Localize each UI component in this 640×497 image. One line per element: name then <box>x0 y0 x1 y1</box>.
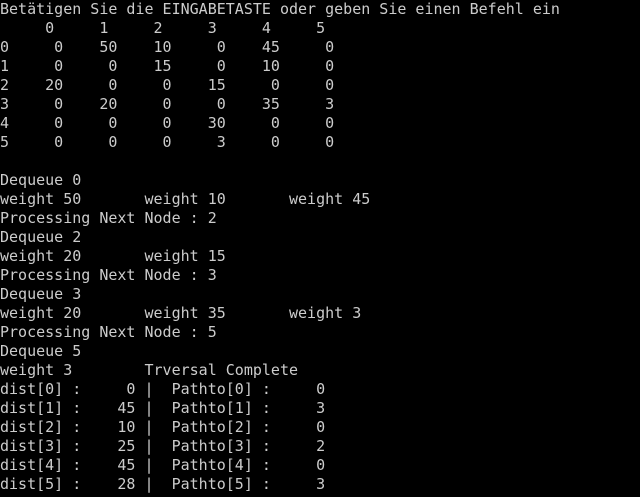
matrix-row-1: 1 0 0 15 0 10 0 <box>0 57 335 75</box>
dequeue-line: Dequeue 5 <box>0 342 82 360</box>
dequeue-line: Dequeue 2 <box>0 228 82 246</box>
matrix-row-4: 4 0 0 0 30 0 0 <box>0 114 335 132</box>
result-line: dist[0] : 0 | Pathto[0] : 0 <box>0 380 326 398</box>
processing-line: Processing Next Node : 3 <box>0 266 217 284</box>
matrix-header-row: 0 1 2 3 4 5 <box>0 19 326 37</box>
processing-line: Processing Next Node : 5 <box>0 323 217 341</box>
weight-line: weight 20 weight 35 weight 3 <box>0 304 362 322</box>
result-line: dist[5] : 28 | Pathto[5] : 3 <box>0 475 326 493</box>
weight-line: weight 20 weight 15 <box>0 247 226 265</box>
result-line: dist[3] : 25 | Pathto[3] : 2 <box>0 437 326 455</box>
matrix-row-2: 2 20 0 0 15 0 0 <box>0 76 335 94</box>
result-line: dist[1] : 45 | Pathto[1] : 3 <box>0 399 326 417</box>
result-line: dist[2] : 10 | Pathto[2] : 0 <box>0 418 326 436</box>
result-line: dist[4] : 45 | Pathto[4] : 0 <box>0 456 326 474</box>
dequeue-line: Dequeue 0 <box>0 171 82 189</box>
prompt-line: Betätigen Sie die EINGABETASTE oder gebe… <box>0 0 560 18</box>
weight-line: weight 50 weight 10 weight 45 <box>0 190 371 208</box>
matrix-row-0: 0 0 50 10 0 45 0 <box>0 38 335 56</box>
processing-line: Processing Next Node : 2 <box>0 209 217 227</box>
traversal-complete-line: weight 3 Trversal Complete <box>0 361 299 379</box>
dequeue-line: Dequeue 3 <box>0 285 82 303</box>
matrix-row-3: 3 0 20 0 0 35 3 <box>0 95 335 113</box>
terminal-output[interactable]: Betätigen Sie die EINGABETASTE oder gebe… <box>0 0 640 497</box>
matrix-row-5: 5 0 0 0 3 0 0 <box>0 133 335 151</box>
